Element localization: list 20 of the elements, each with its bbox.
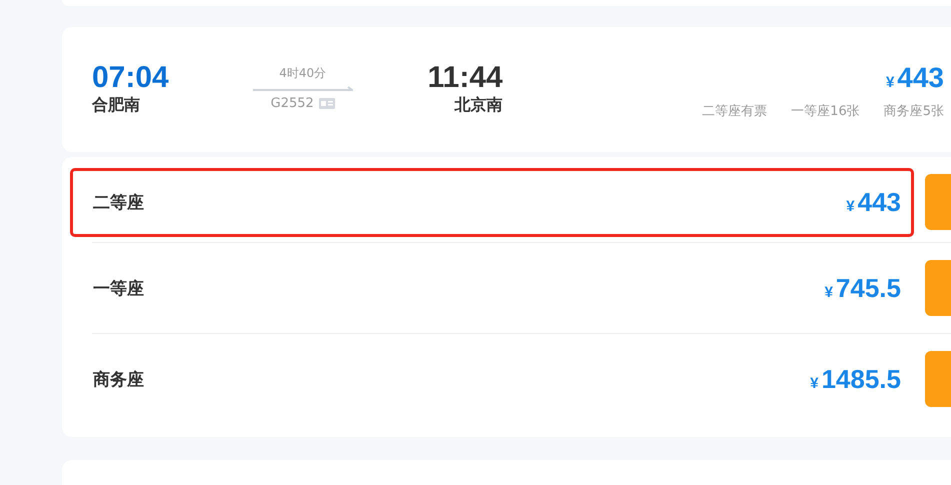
arrival-station: 北京南 (454, 95, 503, 116)
departure-station: 合肥南 (92, 95, 141, 116)
seat-class: 一等座 (93, 278, 144, 300)
seat-class: 二等座 (93, 192, 144, 214)
lowest-price: ¥443 (886, 63, 944, 95)
seat-price: ¥1485.5 (810, 364, 901, 394)
seat-row[interactable]: 商务座 ¥1485.5 (70, 344, 914, 414)
seat-row[interactable]: 一等座 ¥745.5 (70, 254, 914, 322)
seat-price: ¥443 (846, 186, 901, 218)
seat-availability: 一等座16张 (791, 103, 860, 120)
seat-class: 商务座 (93, 368, 144, 390)
train-number: G2552 (270, 96, 314, 111)
seat-availability: 二等座有票 (702, 103, 768, 120)
arrival-time: 11:44 (428, 63, 503, 93)
duration: 4时40分 (279, 65, 326, 82)
seat-price: ¥745.5 (824, 272, 901, 304)
seat-availability: 商务座5张 (884, 103, 944, 120)
departure-time: 07:04 (92, 63, 169, 93)
id-card-icon (318, 98, 335, 109)
seat-row[interactable]: 二等座 ¥443 (70, 168, 914, 236)
